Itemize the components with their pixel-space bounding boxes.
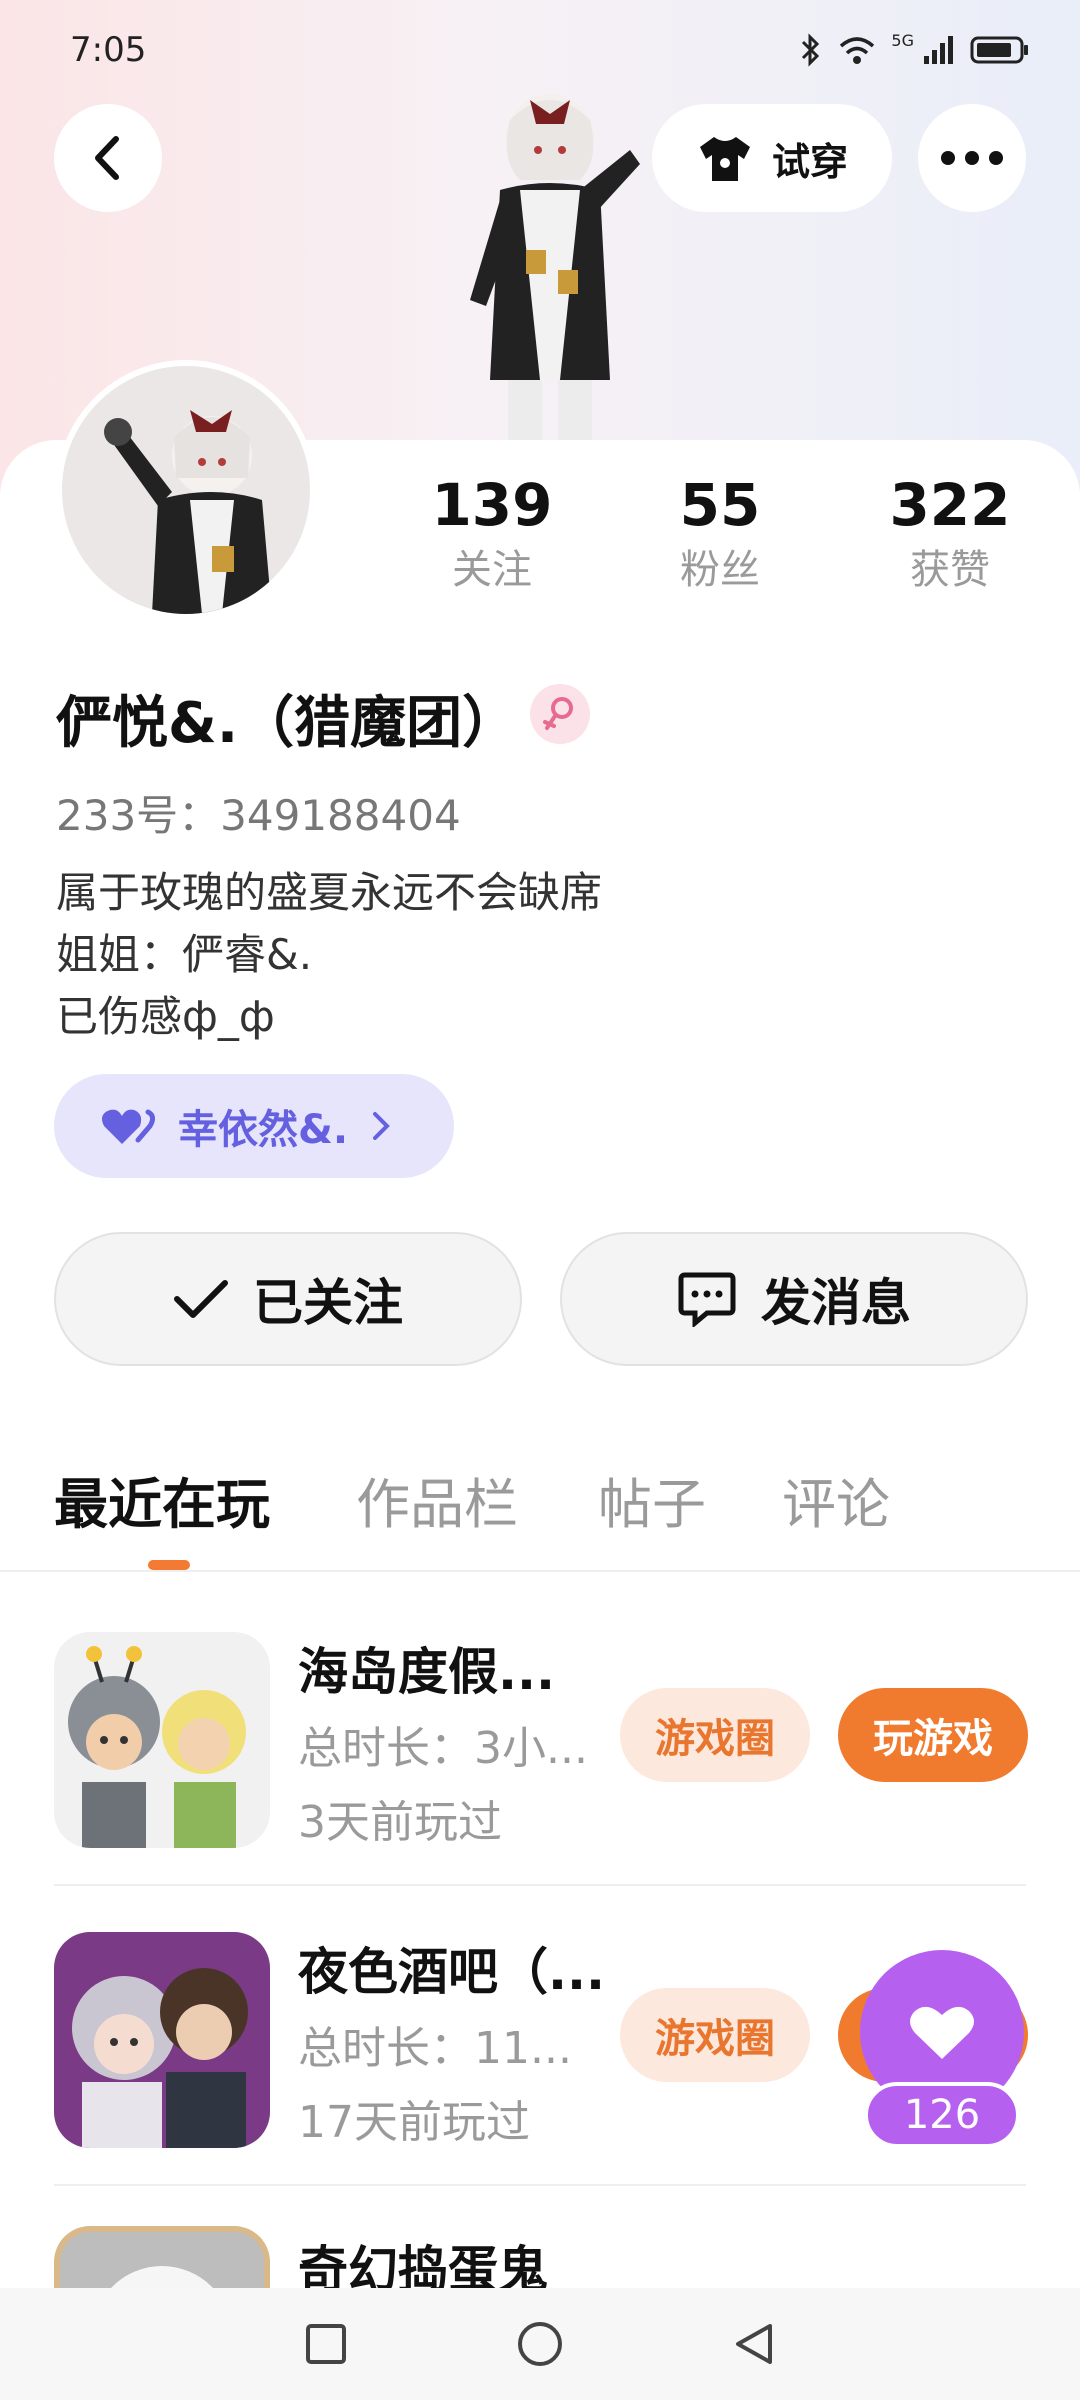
like-count: 126 [864,2082,1020,2148]
stat-following[interactable]: 139 关注 [392,470,592,600]
likes-count: 322 [889,471,1011,539]
play-game-button[interactable]: 玩游戏 [838,1688,1028,1782]
follow-label: 已关注 [253,1274,403,1332]
game-icon-fantasy-prankster [54,2226,270,2288]
following-label: 关注 [452,547,532,593]
back-triangle-icon[interactable] [732,2320,776,2368]
status-icons: 5G [799,30,1030,68]
game-title: 夜色酒吧（... [298,1943,605,2001]
stat-likes[interactable]: 322 获赞 [850,470,1050,600]
heart-icon [910,2006,974,2059]
tshirt-icon [699,137,750,181]
bluetooth-icon [802,33,820,67]
more-options-button[interactable] [918,104,1026,212]
cp-name: 幸依然&. [178,1107,349,1153]
user-id: 233号：349188404 [56,791,461,840]
back-button[interactable] [54,104,162,212]
check-icon [174,1280,228,1318]
chevron-left-icon [95,136,119,180]
game-title: 海岛度假... [298,1643,555,1701]
system-navigation-bar [0,2288,1080,2400]
battery-icon [970,36,1028,64]
tab-posts[interactable]: 帖子 [598,1460,706,1539]
recents-square-icon[interactable] [304,2322,348,2366]
game-title: 奇幻捣蛋鬼 [298,2241,548,2288]
game-last-played: 3天前玩过 [298,1797,502,1848]
more-horizontal-icon [941,151,1003,165]
likes-label: 获赞 [910,547,990,593]
game-row[interactable]: 海岛度假... 总时长：3小... 3天前玩过 游戏圈 玩游戏 [0,1632,1080,1932]
network-type-label: 5G [891,30,914,50]
tab-comments[interactable]: 评论 [782,1460,890,1539]
female-icon [543,697,573,730]
try-on-button[interactable]: 试穿 [652,104,892,212]
chevron-right-icon [373,1112,390,1140]
follow-button[interactable]: 已关注 [54,1232,522,1366]
stat-fans[interactable]: 55 粉丝 [620,470,820,600]
chat-bubble-icon [678,1272,736,1327]
game-last-played: 17天前玩过 [298,2097,530,2148]
status-time: 7:05 [70,30,147,70]
signal-icon [924,36,953,64]
wifi-icon [840,37,875,64]
following-count: 139 [431,471,553,539]
game-duration: 总时长：3小... [298,1723,588,1774]
bio-line: 已伤感ф_ф [56,992,275,1041]
fans-count: 55 [679,471,761,539]
game-circle-button[interactable]: 游戏圈 [620,1688,810,1782]
user-nickname: 俨悦&.（猎魔团） [56,691,519,756]
try-on-label: 试穿 [771,139,848,184]
game-icon-island-vacation [54,1632,270,1848]
game-icon-night-bar [54,1932,270,2148]
bio-line: 姐姐：俨睿&. [56,930,313,979]
row-divider [54,2184,1026,2186]
home-circle-icon[interactable] [516,2320,564,2368]
gender-badge [530,684,590,744]
game-duration: 总时长：11... [298,2023,572,2074]
user-bio: 属于玫瑰的盛夏永远不会缺席 姐姐：俨睿&. 已伤感ф_ф [56,862,602,1048]
heart-pair-icon [102,1109,156,1144]
avatar-outfit-illustration [470,94,640,440]
active-tab-indicator [148,1560,190,1570]
send-message-label: 发消息 [761,1274,911,1332]
tabs-divider [0,1570,1080,1572]
profile-tabs: 最近在玩 作品栏 帖子 评论 [0,1440,1080,1570]
profile-stats: 139 关注 55 粉丝 322 获赞 [0,470,1080,620]
tab-works[interactable]: 作品栏 [356,1460,518,1539]
like-floating-button[interactable]: 126 [860,1950,1028,2170]
fans-label: 粉丝 [680,547,760,593]
send-message-button[interactable]: 发消息 [560,1232,1028,1366]
game-circle-button[interactable]: 游戏圈 [620,1988,810,2082]
tab-recently-played[interactable]: 最近在玩 [54,1460,270,1539]
bio-line: 属于玫瑰的盛夏永远不会缺席 [56,868,603,917]
game-row[interactable]: 奇幻捣蛋鬼 [0,2226,1080,2288]
cp-relationship-tag[interactable]: 幸依然&. [54,1074,454,1178]
row-divider [54,1884,1026,1886]
